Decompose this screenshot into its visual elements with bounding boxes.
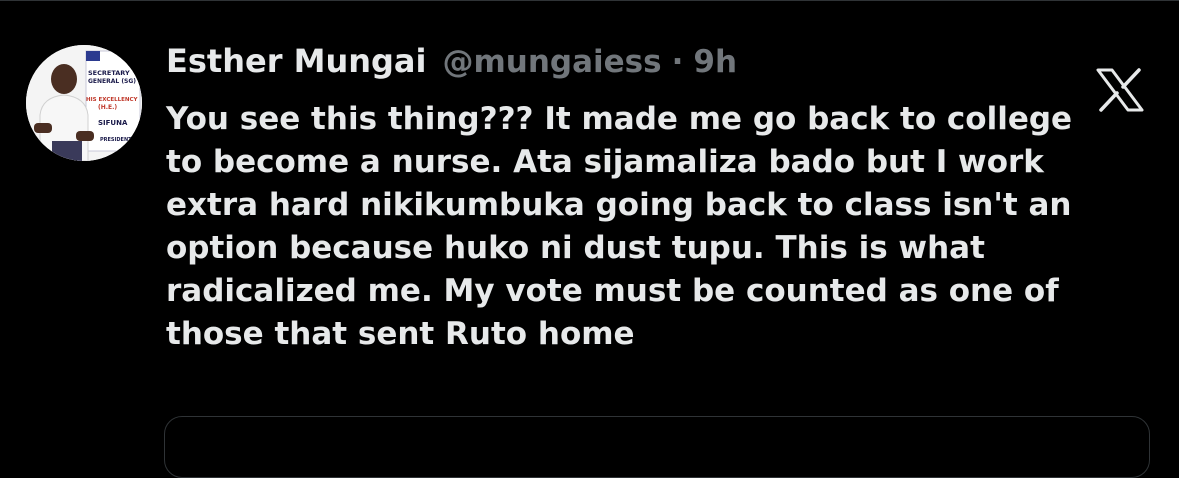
- avatar-text-1: SECRETARY: [88, 69, 130, 77]
- separator-dot: ·: [671, 44, 684, 80]
- avatar-text-6: PRESIDENT: [100, 137, 132, 143]
- tweet-header: Esther Mungai @mungaiess · 9h: [166, 42, 737, 88]
- avatar[interactable]: SECRETARY GENERAL (SG) HIS EXCELLENCY (H…: [26, 45, 142, 161]
- tweet-text: You see this thing??? It made me go back…: [166, 98, 1166, 356]
- avatar-text-3: HIS EXCELLENCY: [86, 97, 139, 103]
- tweet-line: radicalized me. My vote must be counted …: [166, 273, 1059, 309]
- tweet-line: You see this thing??? It made me go back…: [166, 101, 1073, 137]
- author-handle[interactable]: @mungaiess: [442, 44, 661, 80]
- tweet-timestamp[interactable]: 9h: [693, 44, 737, 80]
- profile-photo-icon: SECRETARY GENERAL (SG) HIS EXCELLENCY (H…: [26, 45, 142, 161]
- top-divider: [0, 0, 1179, 1]
- avatar-text-2: GENERAL (SG): [88, 78, 136, 85]
- avatar-text-4: (H.E.): [98, 104, 117, 111]
- tweet-line: to become a nurse. Ata sijamaliza bado b…: [166, 144, 1044, 180]
- avatar-text-5: SIFUNA: [98, 119, 128, 127]
- tweet-line: option because huko ni dust tupu. This i…: [166, 230, 985, 266]
- tweet-line: extra hard nikikumbuka going back to cla…: [166, 187, 1072, 223]
- author-name[interactable]: Esther Mungai: [166, 42, 426, 80]
- tweet-line: those that sent Ruto home: [166, 316, 635, 352]
- embedded-media-card[interactable]: [164, 416, 1150, 478]
